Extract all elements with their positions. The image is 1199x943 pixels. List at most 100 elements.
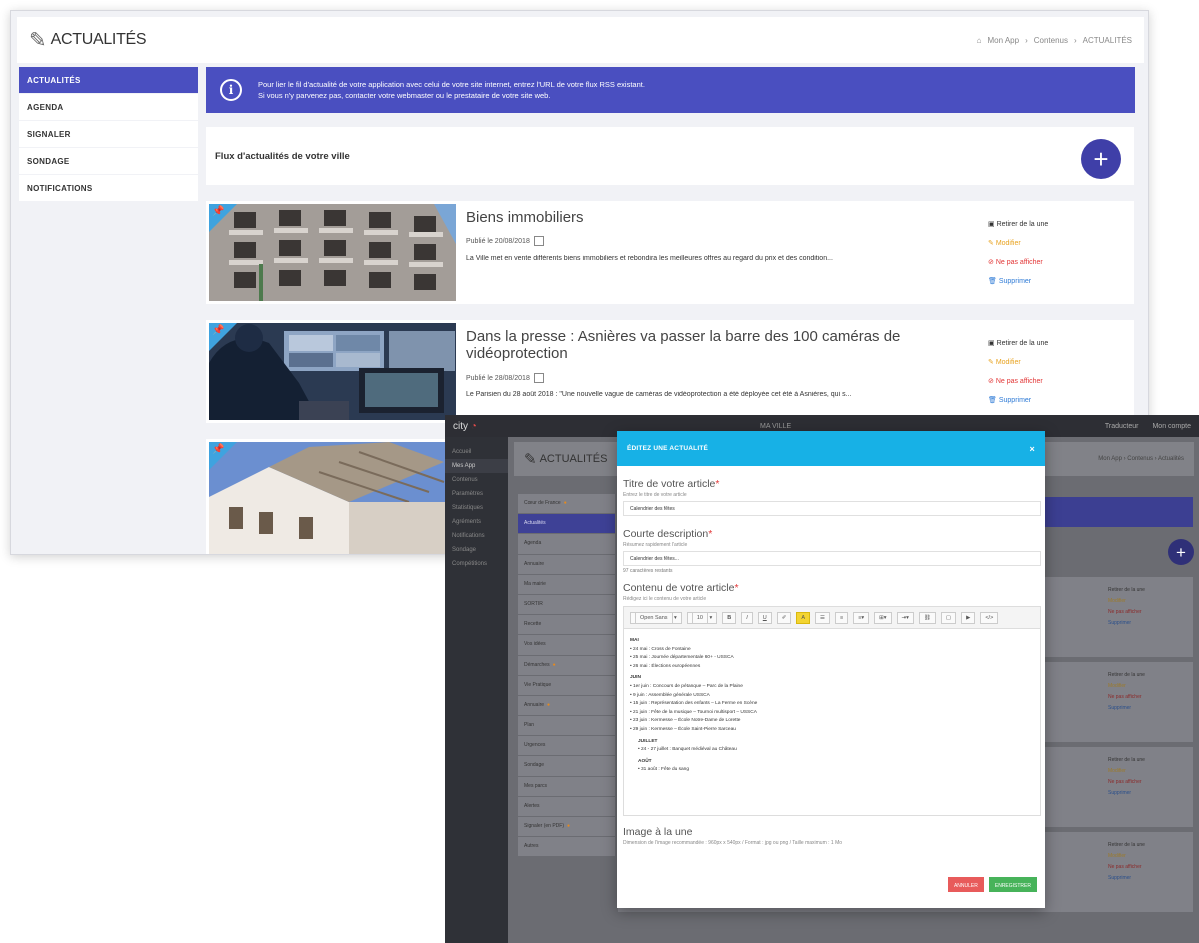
account-link[interactable]: Mon compte xyxy=(1152,423,1191,430)
size-select[interactable]: 10 ▾ xyxy=(686,611,718,624)
nav-item[interactable]: Paramètres xyxy=(445,487,508,501)
edit-button[interactable]: Modifier xyxy=(1108,596,1145,607)
article-actions: Retirer de la une Modifier Ne pas affich… xyxy=(1108,585,1145,629)
field-label: Titre de votre article* xyxy=(623,478,720,490)
unpin-button[interactable]: Retirer de la une xyxy=(1108,670,1145,681)
title-input[interactable]: Calendrier des fêtes xyxy=(623,501,1041,516)
sidebar-item[interactable]: Alertes xyxy=(518,796,615,816)
delete-button[interactable]: 🗑 Supprimer xyxy=(988,272,1048,291)
pin-badge[interactable]: 📌 xyxy=(209,323,237,351)
nav-item[interactable]: Agréments xyxy=(445,515,508,529)
sidebar-item-agenda[interactable]: AGENDA xyxy=(19,94,198,120)
editor-content[interactable]: MAI 24 mai : Cross de Fontaine25 mai : Jo… xyxy=(624,629,1040,780)
description-input[interactable]: Calendrier des fêtes... xyxy=(623,551,1041,566)
font-select[interactable]: Open Sans ▾ xyxy=(630,611,682,624)
sidebar-item[interactable]: Mes parcs xyxy=(518,776,615,796)
edit-button[interactable]: ✎ Modifier xyxy=(988,353,1048,372)
pin-badge[interactable]: 📌 xyxy=(209,204,237,232)
article-title[interactable]: Dans la presse : Asnières va passer la b… xyxy=(466,328,936,362)
nav-item[interactable]: Accueil xyxy=(445,445,508,459)
sidebar-item[interactable]: Ma mairie xyxy=(518,574,615,594)
sidebar-item[interactable]: Annuaire xyxy=(518,554,615,574)
unpin-button[interactable]: ▣ Retirer de la une xyxy=(988,334,1048,353)
sidebar-item[interactable]: Cœur de France xyxy=(518,494,615,514)
nav-item[interactable]: Sondage xyxy=(445,543,508,557)
sidebar-item[interactable]: Actualités xyxy=(518,514,615,534)
link-icon[interactable]: ⛓ xyxy=(918,611,936,624)
sidebar-item[interactable]: Vie Pratique xyxy=(518,675,615,695)
delete-button[interactable]: 🗑 Supprimer xyxy=(988,391,1048,410)
sidebar-item[interactable]: Vos idées xyxy=(518,635,615,655)
sidebar-item-notifications[interactable]: NOTIFICATIONS xyxy=(19,175,198,201)
edit-button[interactable]: ✎ Modifier xyxy=(988,234,1048,253)
highlight-icon[interactable]: A xyxy=(796,611,811,624)
nav-item[interactable]: Notifications xyxy=(445,529,508,543)
sidebar-item[interactable]: Plan xyxy=(518,716,615,736)
editor-list-item: 31 août : Fête du sang xyxy=(630,766,1034,775)
video-icon[interactable]: ▶ xyxy=(961,611,976,624)
sidebar-item-actualites[interactable]: ACTUALITÉS xyxy=(19,67,198,93)
editor-toolbar: Open Sans ▾ 10 ▾ B I U ✐ A ☰ ≡ ≡▾ ⊞▾ ⇥▾ … xyxy=(624,607,1040,629)
nav-item[interactable]: Contenus xyxy=(445,473,508,487)
unpin-button[interactable]: Retirer de la une xyxy=(1108,840,1145,851)
hide-button[interactable]: ⊘ Ne pas afficher xyxy=(988,253,1048,272)
sidebar-item-sondage[interactable]: SONDAGE xyxy=(19,148,198,174)
sidebar-item[interactable]: Annuaire xyxy=(518,695,615,716)
edit-button[interactable]: Modifier xyxy=(1108,681,1145,692)
save-button[interactable]: ENREGISTRER xyxy=(988,877,1037,892)
unpin-button[interactable]: Retirer de la une xyxy=(1108,755,1145,766)
hide-button[interactable]: Ne pas afficher xyxy=(1108,692,1145,703)
underline-icon[interactable]: U xyxy=(757,611,772,624)
delete-button[interactable]: Supprimer xyxy=(1108,788,1145,799)
sidebar-item[interactable]: Sondage xyxy=(518,756,615,776)
nav-item[interactable]: Mes App xyxy=(445,459,508,473)
pin-badge[interactable]: 📌 xyxy=(209,442,237,470)
editor-list-item: 29 juin : Kermesse – École Saint-Pierre … xyxy=(630,726,1034,735)
info-banner: i Pour lier le fil d'actualité de votre … xyxy=(206,67,1135,113)
delete-button[interactable]: Supprimer xyxy=(1108,703,1145,714)
breadcrumb-item[interactable]: Contenus xyxy=(1034,36,1068,45)
sidebar-item[interactable]: Signaler (en PDF) xyxy=(518,817,615,837)
article-card: 📌 Dans la presse : Asnières va passer la… xyxy=(206,320,1134,423)
edit-button[interactable]: Modifier xyxy=(1108,766,1145,777)
rich-text-editor[interactable]: Open Sans ▾ 10 ▾ B I U ✐ A ☰ ≡ ≡▾ ⊞▾ ⇥▾ … xyxy=(623,606,1041,816)
table-icon[interactable]: ⊞▾ xyxy=(874,611,892,624)
numbered-list-icon[interactable]: ≡ xyxy=(834,611,849,624)
bullet-list-icon[interactable]: ☰ xyxy=(815,611,830,624)
unpin-button[interactable]: Retirer de la une xyxy=(1108,585,1145,596)
edit-button[interactable]: Modifier xyxy=(1108,851,1145,862)
sidebar-item[interactable]: Agenda xyxy=(518,534,615,554)
code-icon[interactable]: </> xyxy=(980,611,999,624)
delete-button[interactable]: Supprimer xyxy=(1108,618,1145,629)
delete-button[interactable]: Supprimer xyxy=(1108,873,1145,884)
add-article-button[interactable]: + xyxy=(1168,539,1194,565)
nav-item[interactable]: Statistiques xyxy=(445,501,508,515)
bold-icon[interactable]: B xyxy=(722,611,737,624)
hide-button[interactable]: ⊘ Ne pas afficher xyxy=(988,372,1048,391)
close-icon[interactable]: × xyxy=(1030,444,1035,454)
align-icon[interactable]: ≡▾ xyxy=(853,611,870,624)
sidebar-item-signaler[interactable]: SIGNALER xyxy=(19,121,198,147)
breadcrumb-item[interactable]: Mon App xyxy=(987,36,1019,45)
hide-button[interactable]: Ne pas afficher xyxy=(1108,862,1145,873)
hide-button[interactable]: Ne pas afficher xyxy=(1108,777,1145,788)
cancel-button[interactable]: ANNULER xyxy=(947,877,984,892)
indent-icon[interactable]: ⇥▾ xyxy=(896,611,914,624)
image-icon[interactable]: ▢ xyxy=(940,611,957,624)
unpin-button[interactable]: ▣ Retirer de la une xyxy=(988,215,1048,234)
add-article-button[interactable]: + xyxy=(1081,139,1121,179)
editor-heading: MAI xyxy=(630,638,639,643)
article-title[interactable]: Biens immobiliers xyxy=(466,209,936,226)
sidebar-item[interactable]: Urgences xyxy=(518,736,615,756)
sidebar-item[interactable]: Autres xyxy=(518,837,615,857)
translator-link[interactable]: Traducteur xyxy=(1105,423,1139,430)
nav-item[interactable]: Compétitions xyxy=(445,557,508,571)
hide-button[interactable]: Ne pas afficher xyxy=(1108,607,1145,618)
clear-format-icon[interactable]: ✐ xyxy=(776,611,792,624)
image-label: Image à la une xyxy=(623,826,693,838)
sidebar-item[interactable]: Recette xyxy=(518,615,615,635)
sidebar-item[interactable]: Démarches xyxy=(518,655,615,675)
pin-icon: 📌 xyxy=(212,206,225,217)
italic-icon[interactable]: I xyxy=(741,611,753,624)
sidebar-item[interactable]: SORTIR xyxy=(518,594,615,615)
